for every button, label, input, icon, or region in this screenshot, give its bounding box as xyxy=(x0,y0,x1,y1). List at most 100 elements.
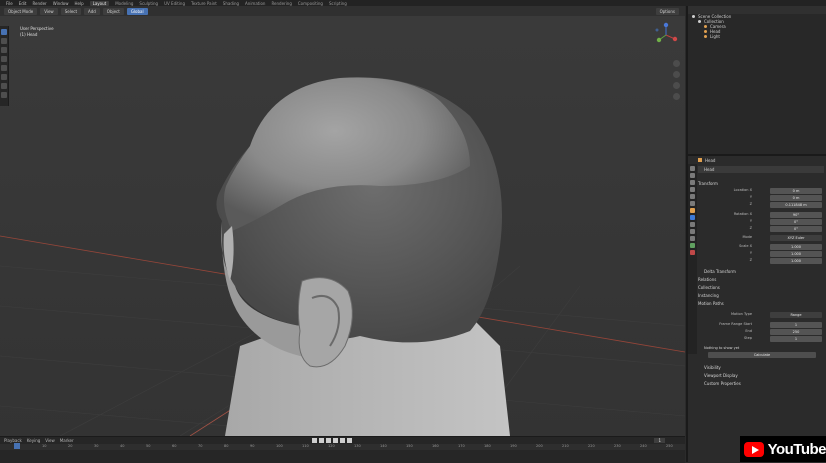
location-y-row: Y0 m xyxy=(698,195,824,202)
menu-file[interactable]: File xyxy=(6,1,13,6)
next-key-icon[interactable] xyxy=(340,438,345,443)
tool-tab-icon[interactable] xyxy=(690,166,695,171)
constraints-tab-icon[interactable] xyxy=(690,236,695,241)
ruler-tick: 240 xyxy=(640,444,647,448)
timeline-ruler[interactable]: 0 10 20 30 40 50 60 70 80 90 100 110 120… xyxy=(0,444,685,450)
menu-render[interactable]: Render xyxy=(32,1,46,6)
physics-tab-icon[interactable] xyxy=(690,229,695,234)
transform-orientation[interactable]: Global xyxy=(126,7,148,15)
scene-tab-icon[interactable] xyxy=(690,194,695,199)
move-tool-icon[interactable] xyxy=(1,47,7,53)
measure-tool-icon[interactable] xyxy=(1,92,7,98)
section-custom-properties[interactable]: Custom Properties xyxy=(698,380,824,386)
jump-end-icon[interactable] xyxy=(347,438,352,443)
3d-viewport[interactable]: User Perspective (1) Head xyxy=(0,16,685,436)
tab-uv-editing[interactable]: UV Editing xyxy=(164,1,185,6)
location-z-row: Z 0.111848 m xyxy=(698,202,824,209)
material-tab-icon[interactable] xyxy=(690,250,695,255)
view-menu[interactable]: View xyxy=(40,7,58,15)
section-instancing[interactable]: Instancing xyxy=(698,292,824,298)
scale-y-field[interactable]: 1.000 xyxy=(770,251,822,257)
ruler-tick: 190 xyxy=(510,444,517,448)
location-x-field[interactable]: 0 m xyxy=(770,188,822,194)
view-menu-timeline[interactable]: View xyxy=(45,438,55,443)
jump-start-icon[interactable] xyxy=(312,438,317,443)
frame-start-field[interactable]: 1 xyxy=(770,322,822,328)
add-menu[interactable]: Add xyxy=(84,7,100,15)
play-icon[interactable] xyxy=(333,438,338,443)
tab-scripting[interactable]: Scripting xyxy=(329,1,347,6)
scale-x-field[interactable]: 1.000 xyxy=(770,244,822,250)
zoom-icon[interactable] xyxy=(673,60,680,67)
modifier-tab-icon[interactable] xyxy=(690,215,695,220)
object-tab-icon[interactable] xyxy=(690,208,695,213)
properties-header: Head xyxy=(698,156,826,164)
object-menu[interactable]: Object xyxy=(102,7,124,15)
ruler-tick: 170 xyxy=(458,444,465,448)
particles-tab-icon[interactable] xyxy=(690,222,695,227)
section-delta-transform[interactable]: Delta Transform xyxy=(698,268,824,274)
menu-window[interactable]: Window xyxy=(53,1,69,6)
collection-icon xyxy=(698,20,701,23)
select-menu[interactable]: Select xyxy=(60,7,82,15)
location-y-field[interactable]: 0 m xyxy=(770,195,822,201)
object-name-field[interactable]: Head xyxy=(698,166,824,173)
keying-menu[interactable]: Keying xyxy=(27,438,40,443)
camera-view-icon[interactable] xyxy=(673,82,680,89)
tab-texture-paint[interactable]: Texture Paint xyxy=(191,1,217,6)
output-tab-icon[interactable] xyxy=(690,180,695,185)
viewport-nav-buttons xyxy=(673,60,681,104)
perspective-toggle-icon[interactable] xyxy=(673,93,680,100)
frame-end-field[interactable]: 250 xyxy=(770,329,822,335)
select-tool-icon[interactable] xyxy=(1,29,7,35)
rotation-x-field[interactable]: 90° xyxy=(770,212,822,218)
tab-animation[interactable]: Animation xyxy=(245,1,265,6)
outliner-item-light[interactable]: Light xyxy=(688,34,826,39)
menu-edit[interactable]: Edit xyxy=(19,1,27,6)
section-transform[interactable]: Transform xyxy=(698,180,824,186)
world-tab-icon[interactable] xyxy=(690,201,695,206)
pan-icon[interactable] xyxy=(673,71,680,78)
section-collections[interactable]: Collections xyxy=(698,284,824,290)
motion-type-dropdown[interactable]: Range xyxy=(770,312,822,318)
section-motion-paths[interactable]: Motion Paths xyxy=(698,300,824,306)
current-frame-field[interactable]: 1 xyxy=(654,438,665,443)
data-tab-icon[interactable] xyxy=(690,243,695,248)
tab-modeling[interactable]: Modeling xyxy=(115,1,133,6)
menu-help[interactable]: Help xyxy=(74,1,83,6)
tab-shading[interactable]: Shading xyxy=(223,1,239,6)
section-visibility[interactable]: Visibility xyxy=(698,364,824,370)
section-viewport-display[interactable]: Viewport Display xyxy=(698,372,824,378)
frame-step-field[interactable]: 1 xyxy=(770,336,822,342)
play-reverse-icon[interactable] xyxy=(326,438,331,443)
scale-z-row: Z 1.000 xyxy=(698,258,824,265)
scale-tool-icon[interactable] xyxy=(1,65,7,71)
viewport-scene xyxy=(0,77,685,436)
scale-z-field[interactable]: 1.000 xyxy=(770,258,822,264)
location-z-field[interactable]: 0.111848 m xyxy=(770,202,822,208)
options-menu[interactable]: Options xyxy=(655,7,679,15)
prev-key-icon[interactable] xyxy=(319,438,324,443)
tab-layout[interactable]: Layout xyxy=(89,0,110,6)
calculate-button[interactable]: Calculate xyxy=(708,352,816,358)
transform-tool-icon[interactable] xyxy=(1,74,7,80)
rotation-mode-dropdown[interactable]: XYZ Euler xyxy=(770,235,822,241)
tab-compositing[interactable]: Compositing xyxy=(298,1,323,6)
view-layer-tab-icon[interactable] xyxy=(690,187,695,192)
navigation-gizmo[interactable] xyxy=(653,22,679,48)
youtube-watermark: YouTube xyxy=(740,436,826,462)
ruler-tick: 120 xyxy=(328,444,335,448)
marker-menu[interactable]: Marker xyxy=(60,438,74,443)
rotation-z-field[interactable]: 0° xyxy=(770,226,822,232)
render-tab-icon[interactable] xyxy=(690,173,695,178)
playhead[interactable] xyxy=(14,443,20,449)
section-relations[interactable]: Relations xyxy=(698,276,824,282)
ruler-tick: 40 xyxy=(120,444,125,448)
annotate-tool-icon[interactable] xyxy=(1,83,7,89)
rotation-y-field[interactable]: 0° xyxy=(770,219,822,225)
tab-rendering[interactable]: Rendering xyxy=(271,1,291,6)
rotate-tool-icon[interactable] xyxy=(1,56,7,62)
cursor-tool-icon[interactable] xyxy=(1,38,7,44)
tab-sculpting[interactable]: Sculpting xyxy=(139,1,158,6)
mode-dropdown[interactable]: Object Mode xyxy=(4,7,38,15)
